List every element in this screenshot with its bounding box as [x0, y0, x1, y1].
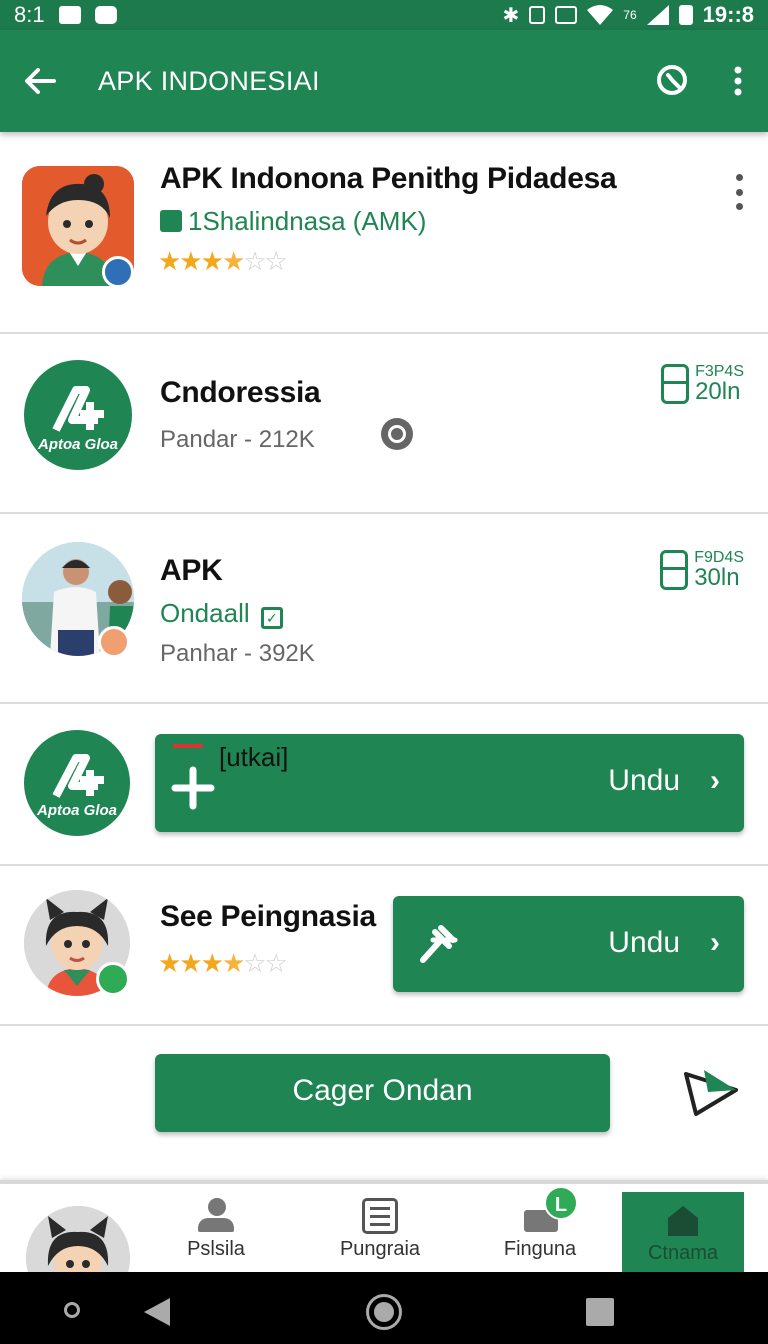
download-button-label: Undu: [608, 926, 680, 959]
mail-icon: [58, 6, 81, 24]
recents-square-icon[interactable]: [586, 1298, 614, 1326]
chevron-right-icon: ›: [710, 764, 720, 797]
search-icon: [657, 65, 687, 95]
nav-item-finguna[interactable]: L Finguna: [470, 1186, 610, 1276]
status-value: 20ln: [695, 378, 741, 405]
status-left-text: 8:1: [14, 2, 45, 27]
system-navigation-bar: [0, 1272, 768, 1344]
developer-label: 1Shalindnasa (AMK): [160, 206, 426, 237]
nav-item-pslsila[interactable]: Pslsila: [146, 1198, 286, 1276]
developer-label: Ondaall ✓: [160, 598, 283, 629]
plus-tag-mark: [173, 744, 203, 748]
list-item[interactable]: APK Ondaall ✓ Panhar - 392K F9D4S 30ln: [0, 514, 768, 704]
blocked-icon: [381, 418, 413, 450]
back-button[interactable]: [0, 30, 80, 132]
app-badge-icon: [102, 256, 134, 288]
list-icon: [362, 1198, 398, 1234]
nav-label: Pslsila: [187, 1238, 245, 1260]
app-bar: APK INDONESIAI: [0, 30, 768, 132]
send-button[interactable]: [680, 1062, 744, 1126]
package-icon: [660, 550, 689, 590]
plus-icon: [171, 766, 215, 810]
list-item[interactable]: Aptoa Gloa Cndoressia Pandar - 212K F3P4…: [0, 334, 768, 514]
package-icon: [661, 364, 690, 404]
star-rating: ★★★★☆☆: [158, 948, 288, 978]
app-logo-text: Aptoa Gloa: [37, 436, 118, 453]
bottom-navigation: Pslsila Pungraia L Finguna Ctnama: [0, 1180, 768, 1310]
app-list: APK Indonona Penithg Pidadesa 1Shalindna…: [0, 132, 768, 1166]
list-item[interactable]: Aptoa Gloa [utkai] Undu ›: [0, 704, 768, 866]
back-arrow-icon: [25, 68, 56, 94]
person-icon: [196, 1198, 236, 1234]
vibrate-icon: [529, 6, 546, 24]
apk-logo-icon: [52, 386, 104, 432]
app-title-text: APK: [160, 554, 223, 587]
cast-icon: [555, 6, 578, 24]
signal-text: 76: [623, 8, 637, 22]
primary-action-button[interactable]: Cager Ondan: [155, 1054, 610, 1132]
item-menu-button[interactable]: [734, 174, 744, 210]
nav-label: Ctnama: [647, 1242, 719, 1264]
back-triangle-icon[interactable]: [142, 1296, 172, 1328]
app-title-text: See Peingnasia: [160, 900, 376, 933]
list-item[interactable]: APK Indonona Penithg Pidadesa 1Shalindna…: [0, 132, 768, 334]
star-rating: ★★★★☆☆: [158, 246, 288, 276]
wifi-icon: [587, 5, 614, 25]
app-title: APK INDONESIAI: [98, 65, 320, 96]
battery-icon: [678, 5, 693, 25]
dot-icon[interactable]: [64, 1302, 80, 1318]
download-count: Pandar - 212K: [160, 426, 315, 453]
download-status: F3P4S 20ln: [661, 364, 744, 404]
home-circle-icon[interactable]: [366, 1294, 402, 1330]
download-status: F9D4S 30ln: [660, 550, 744, 590]
nav-label: Pungraia: [339, 1238, 421, 1260]
nav-item-pungraia[interactable]: Pungraia: [310, 1198, 450, 1276]
app-title-text: APK Indonona Penithg Pidadesa: [160, 162, 617, 195]
primary-action-label: Cager Ondan: [292, 1074, 473, 1107]
status-bar: 8:1 ✱ 76 19::8: [0, 0, 768, 30]
wrench-icon: [420, 925, 458, 963]
more-vert-icon: [734, 66, 742, 96]
action-row: Cager Ondan: [0, 1026, 768, 1166]
overflow-menu-button[interactable]: [708, 30, 768, 132]
whatsapp-icon: [96, 962, 130, 996]
notification-badge: L: [544, 1186, 578, 1220]
nav-label: Finguna: [503, 1238, 577, 1260]
list-item[interactable]: See Peingnasia ★★★★☆☆ Undu ›: [0, 866, 768, 1026]
app-badge-icon: [98, 626, 130, 658]
download-count: Panhar - 392K: [160, 640, 315, 667]
app-logo: Aptoa Gloa: [24, 360, 132, 470]
download-button-label: Undu: [608, 764, 680, 797]
verified-cube-icon: [160, 210, 182, 232]
send-icon: [684, 1070, 738, 1116]
bluetooth-icon: ✱: [502, 4, 520, 27]
apk-logo-icon: [52, 754, 104, 798]
app-title-text: Cndoressia: [160, 376, 321, 409]
app-logo-text: Aptoa Gloa: [36, 802, 117, 819]
chevron-right-icon: ›: [710, 926, 720, 959]
verified-check-icon: ✓: [260, 607, 283, 629]
status-value: 30ln: [694, 564, 740, 591]
button-tag: [utkai]: [219, 742, 289, 772]
download-button[interactable]: [utkai] Undu ›: [155, 734, 744, 832]
app-logo: Aptoa Gloa: [24, 730, 130, 836]
nav-item-ctnama[interactable]: Ctnama: [622, 1192, 744, 1276]
app-notification-icon: [94, 6, 117, 24]
search-button[interactable]: [638, 30, 708, 132]
signal-icon: [646, 5, 669, 25]
download-button[interactable]: Undu ›: [393, 896, 744, 992]
clock: 19::8: [702, 2, 754, 27]
home-icon: [666, 1204, 700, 1236]
printer-icon: L: [520, 1186, 578, 1234]
